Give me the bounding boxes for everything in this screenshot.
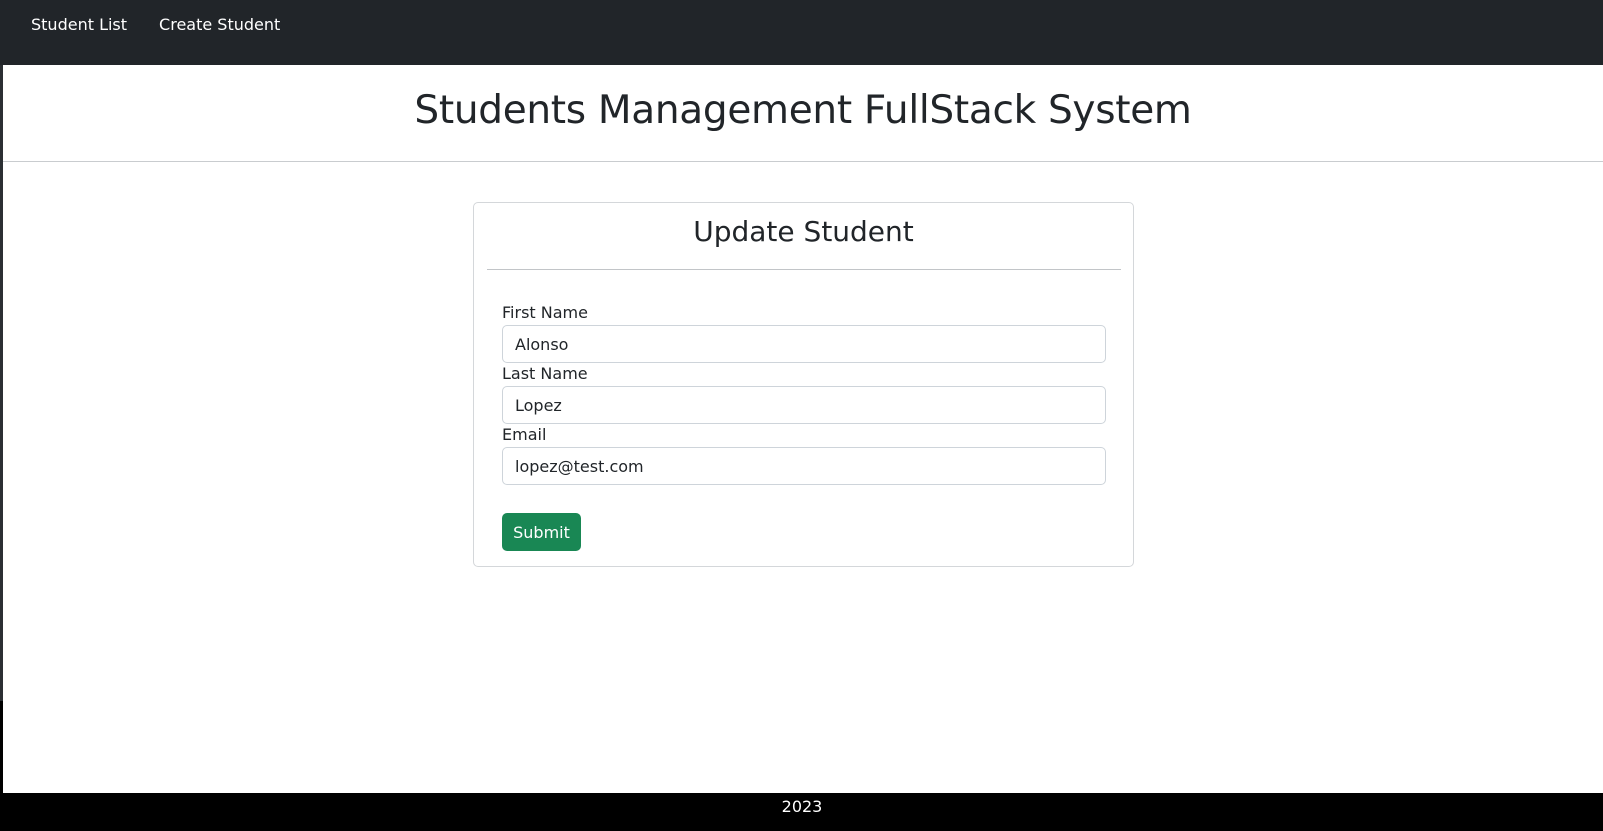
update-student-form: First Name Last Name Email [502,303,1106,486]
first-name-input[interactable] [502,325,1106,363]
footer-year: 2023 [781,797,823,816]
email-input[interactable] [502,447,1106,485]
update-student-card: Update Student First Name Last Name Emai… [473,202,1134,567]
card-title: Update Student [693,215,914,248]
first-name-label: First Name [502,303,588,322]
nav-link-create-student[interactable]: Create Student [159,14,280,36]
nav-link-student-list[interactable]: Student List [31,14,127,36]
card-divider [487,269,1121,270]
last-name-input[interactable] [502,386,1106,424]
page-header: Students Management FullStack System [3,65,1603,162]
footer: 2023 [0,793,1603,831]
email-label: Email [502,425,547,444]
page-title: Students Management FullStack System [414,87,1192,133]
submit-button[interactable]: Submit [502,513,581,551]
last-name-label: Last Name [502,364,588,383]
navbar: Student List Create Student [0,0,1603,65]
left-edge-strip-lower [0,701,3,793]
